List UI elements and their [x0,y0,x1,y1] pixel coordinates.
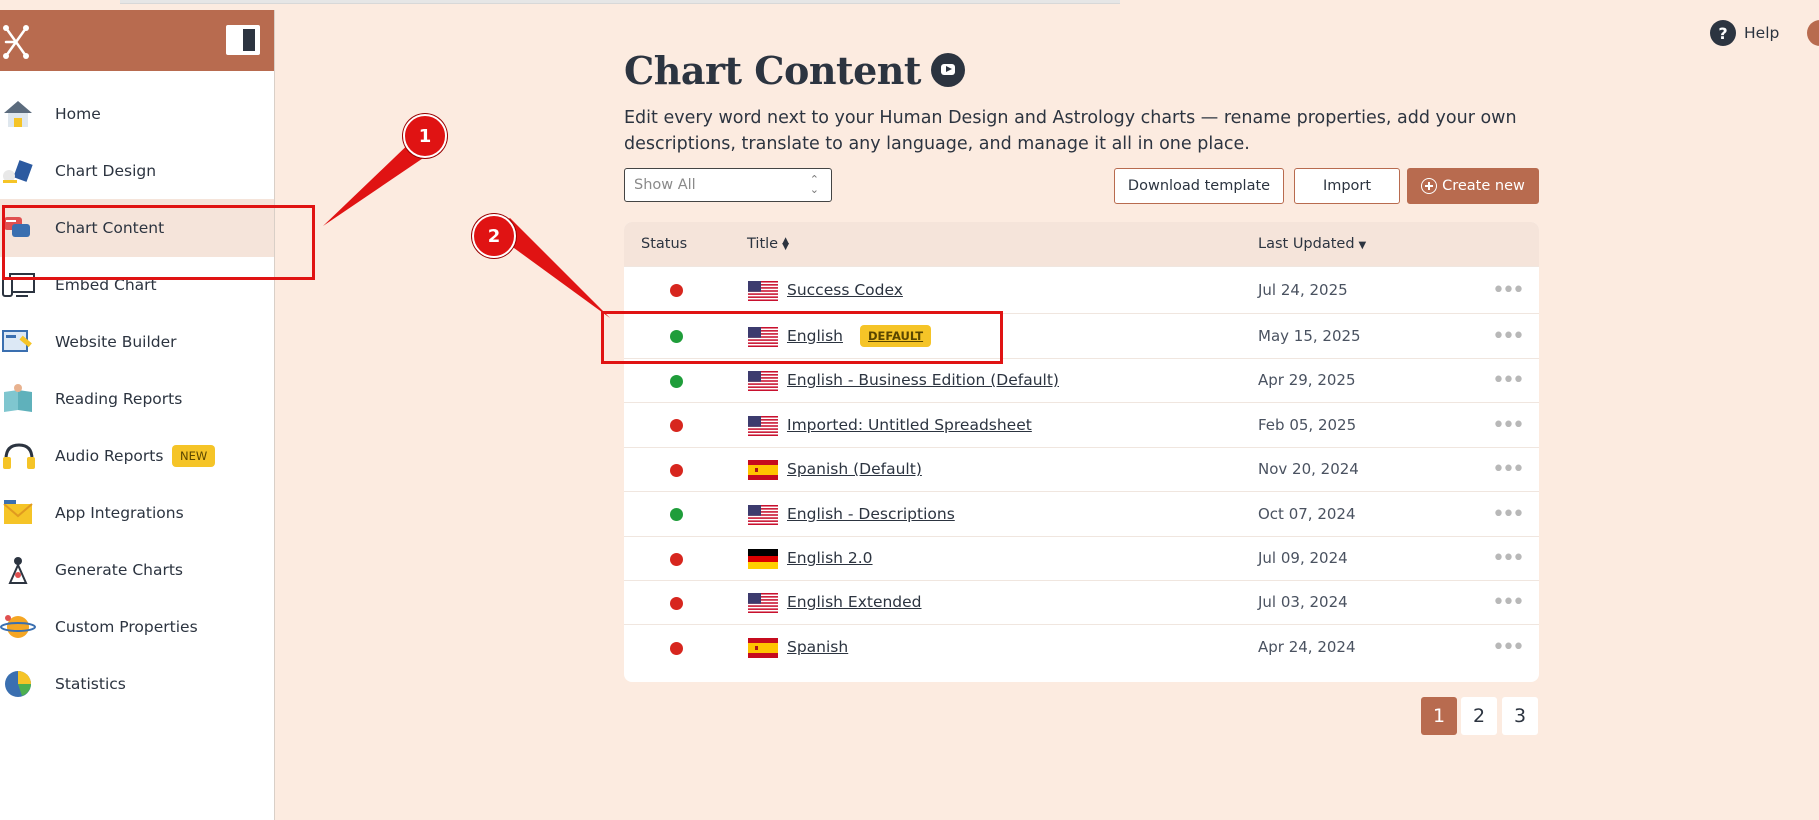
annotation-number-1: 1 [403,114,447,158]
annotation-number-2: 2 [472,214,516,258]
annotation-box-2 [601,311,1003,364]
annotation-arrows [323,135,610,318]
annotation-box-1 [2,205,315,280]
